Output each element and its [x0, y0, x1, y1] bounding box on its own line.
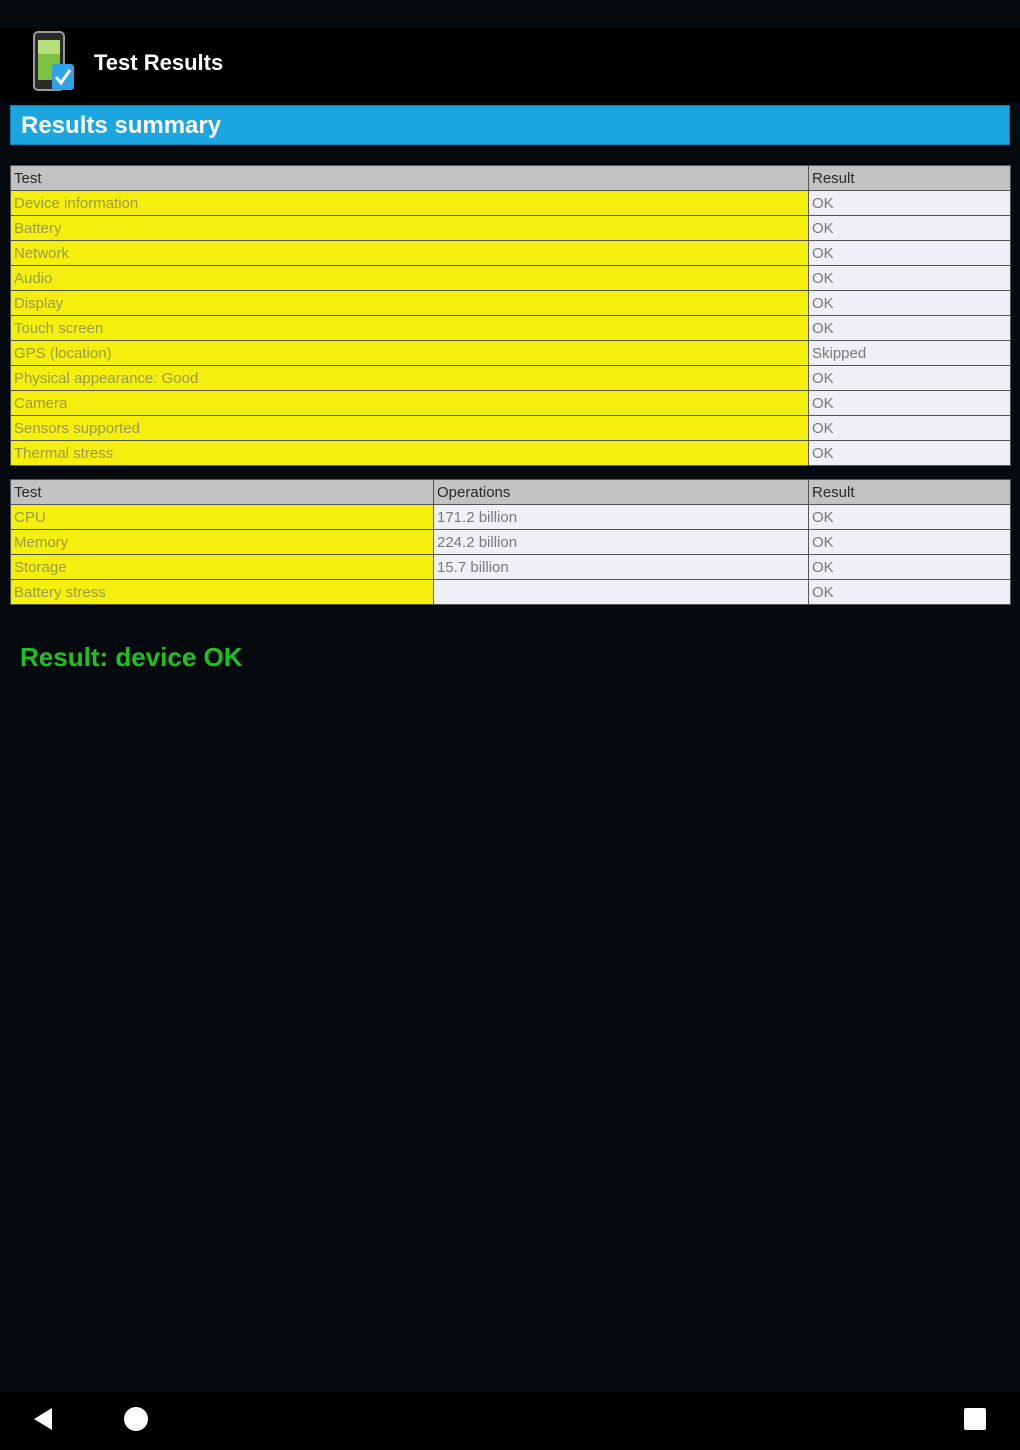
test-name-cell: Display: [10, 290, 809, 316]
table-row: Display OK: [10, 290, 1011, 316]
column-header-operations: Operations: [433, 479, 809, 505]
test-name-cell: Touch screen: [10, 315, 809, 341]
test-result-cell: OK: [808, 390, 1011, 416]
test-name-cell: Network: [10, 240, 809, 266]
test-result-cell: OK: [808, 290, 1011, 316]
table-header-row: Test Result: [10, 165, 1011, 191]
table-row: Sensors supported OK: [10, 415, 1011, 441]
results-summary-header: Results summary: [10, 105, 1010, 145]
table-row: Storage 15.7 billion OK: [10, 554, 1011, 580]
table-row: Audio OK: [10, 265, 1011, 291]
back-icon[interactable]: [34, 1408, 52, 1430]
test-name-cell: Physical appearance: Good: [10, 365, 809, 391]
test-results-table: Test Result Device information OK Batter…: [10, 165, 1011, 466]
test-name-cell: Thermal stress: [10, 440, 809, 466]
app-bar: Test Results: [0, 28, 1020, 102]
test-name-cell: Camera: [10, 390, 809, 416]
test-result-cell: OK: [808, 190, 1011, 216]
recents-icon[interactable]: [964, 1408, 986, 1430]
navigation-bar: [0, 1392, 1020, 1450]
test-result-cell: OK: [808, 365, 1011, 391]
test-result-cell: OK: [808, 579, 1011, 605]
test-name-cell: Battery stress: [10, 579, 434, 605]
operations-cell: 171.2 billion: [433, 504, 809, 530]
column-header-test: Test: [10, 165, 809, 191]
test-name-cell: GPS (location): [10, 340, 809, 366]
test-result-cell: Skipped: [808, 340, 1011, 366]
table-row: Camera OK: [10, 390, 1011, 416]
test-name-cell: Audio: [10, 265, 809, 291]
table-row: Thermal stress OK: [10, 440, 1011, 466]
test-result-cell: OK: [808, 415, 1011, 441]
operations-cell: 224.2 billion: [433, 529, 809, 555]
test-name-cell: Sensors supported: [10, 415, 809, 441]
test-result-cell: OK: [808, 529, 1011, 555]
test-result-cell: OK: [808, 215, 1011, 241]
test-result-cell: OK: [808, 504, 1011, 530]
test-result-cell: OK: [808, 315, 1011, 341]
operations-cell: 15.7 billion: [433, 554, 809, 580]
table-row: Network OK: [10, 240, 1011, 266]
table-header-row: Test Operations Result: [10, 479, 1011, 505]
table-row: Battery OK: [10, 215, 1011, 241]
column-header-result: Result: [808, 165, 1011, 191]
test-name-cell: Storage: [10, 554, 434, 580]
table-row: CPU 171.2 billion OK: [10, 504, 1011, 530]
app-title: Test Results: [94, 50, 224, 75]
table-row: Physical appearance: Good OK: [10, 365, 1011, 391]
column-header-test: Test: [10, 479, 434, 505]
final-result-text: Result: device OK: [20, 642, 243, 672]
status-bar: [0, 0, 1020, 28]
benchmark-results-table: Test Operations Result CPU 171.2 billion…: [10, 479, 1011, 605]
table-row: GPS (location) Skipped: [10, 340, 1011, 366]
test-result-cell: OK: [808, 440, 1011, 466]
test-name-cell: Device information: [10, 190, 809, 216]
test-result-cell: OK: [808, 554, 1011, 580]
test-result-cell: OK: [808, 265, 1011, 291]
table-row: Device information OK: [10, 190, 1011, 216]
test-name-cell: Battery: [10, 215, 809, 241]
test-name-cell: Memory: [10, 529, 434, 555]
table-row: Memory 224.2 billion OK: [10, 529, 1011, 555]
table-row: Touch screen OK: [10, 315, 1011, 341]
test-name-cell: CPU: [10, 504, 434, 530]
test-result-cell: OK: [808, 240, 1011, 266]
phone-checkmark-icon: [30, 30, 76, 96]
column-header-result: Result: [808, 479, 1011, 505]
table-row: Battery stress OK: [10, 579, 1011, 605]
operations-cell: [433, 579, 809, 605]
results-summary-title: Results summary: [21, 112, 222, 139]
home-icon[interactable]: [124, 1407, 148, 1431]
